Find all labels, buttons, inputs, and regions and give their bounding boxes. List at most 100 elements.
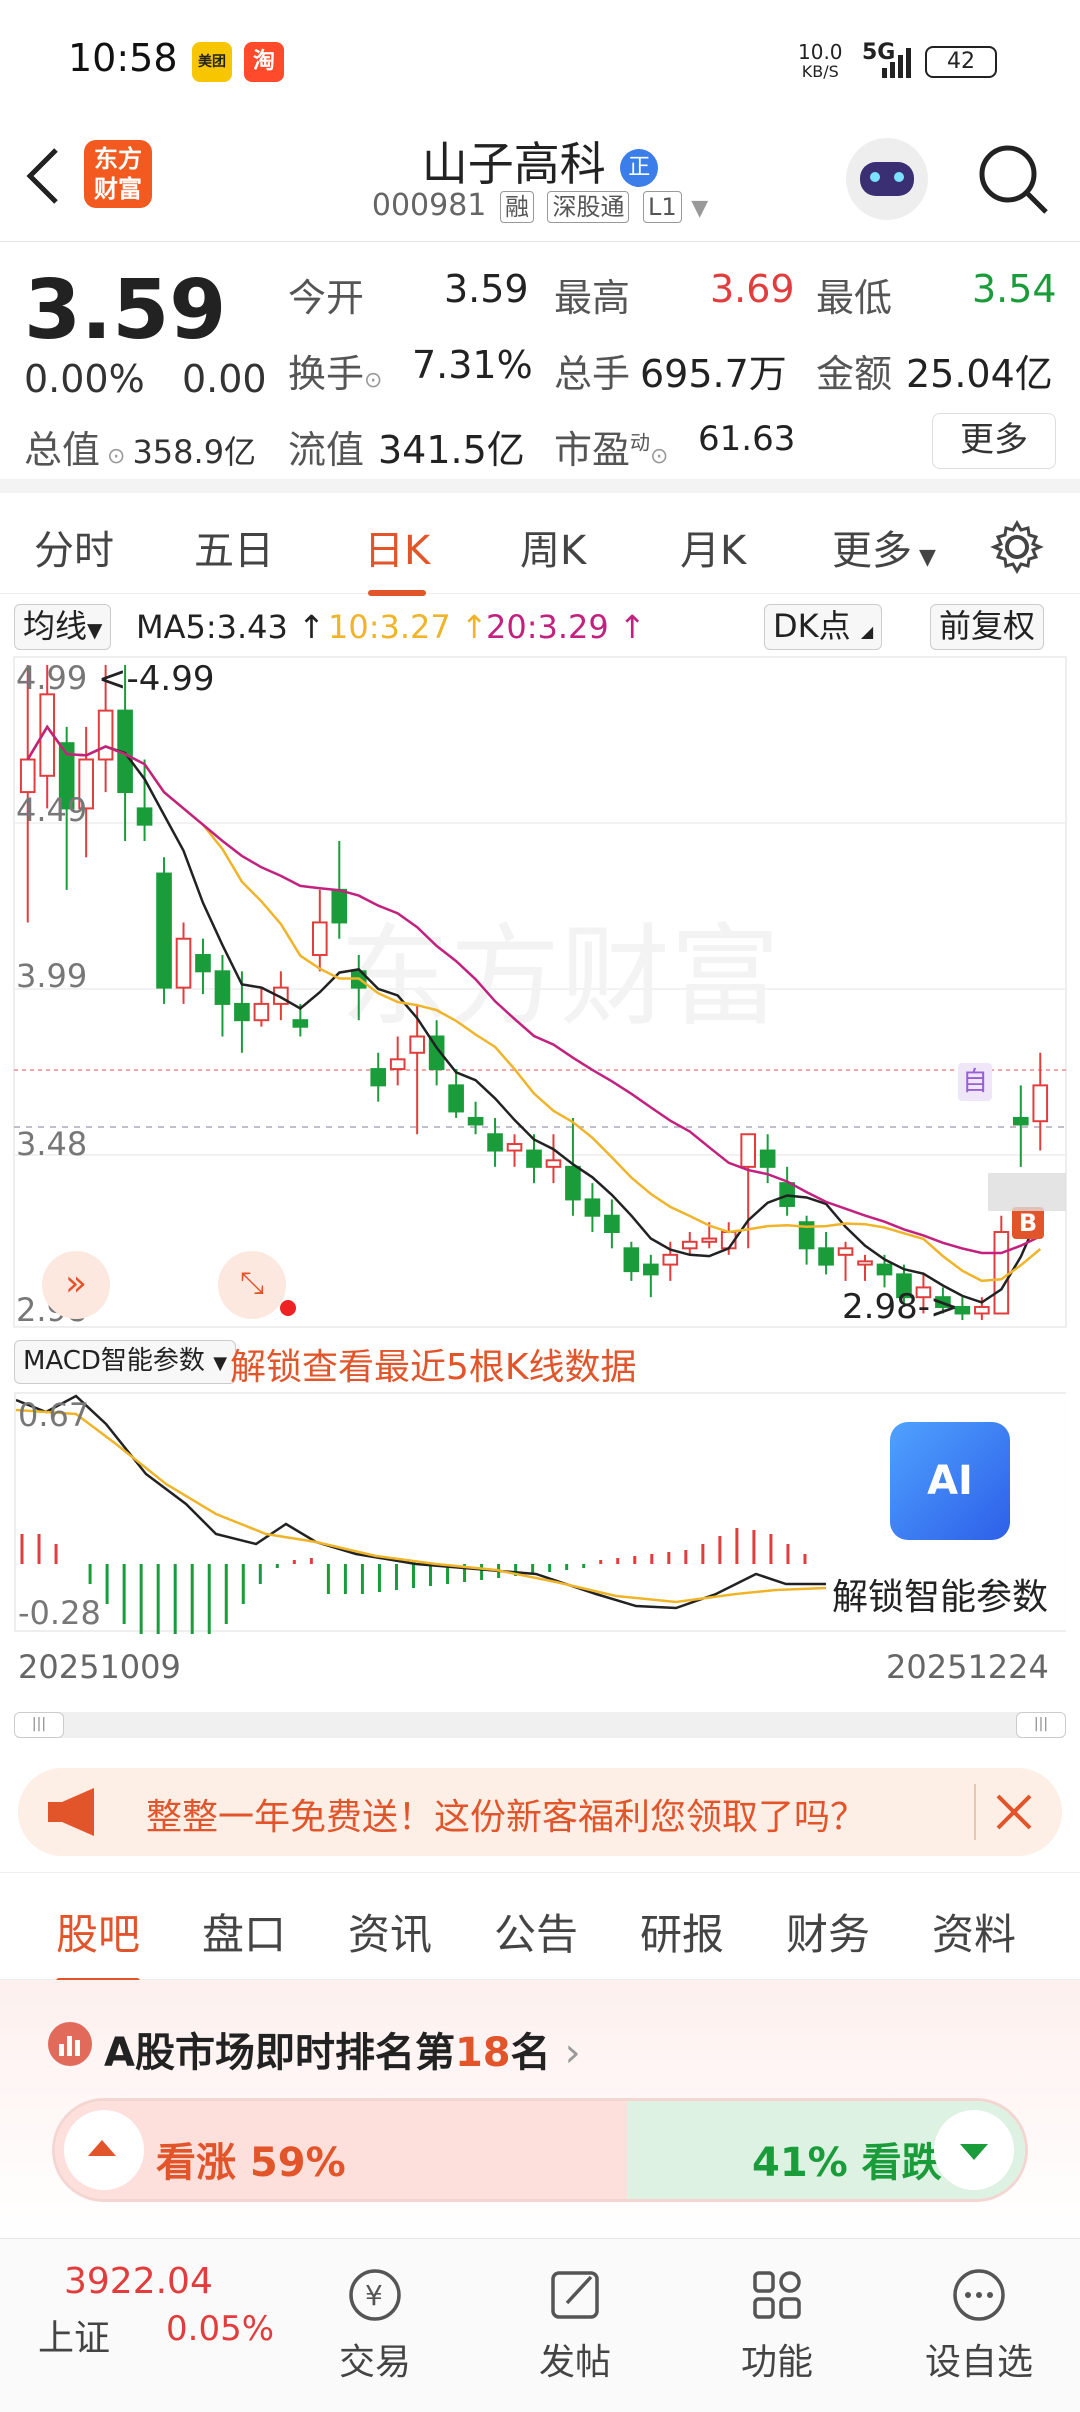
- macd-selector[interactable]: MACD智能参数 ▼: [14, 1340, 237, 1384]
- kline-chart-area[interactable]: 东方财富 4.99 4.49 3.99 3.48 2.98 <-4.99 2.9…: [0, 655, 1080, 1335]
- rank-section: A股市场即时排名第18名 › 看涨 59% 41% 看跌: [0, 1980, 1080, 2240]
- tab-guba[interactable]: 股吧: [56, 1901, 141, 1984]
- macd-tick-bottom: -0.28: [18, 1594, 101, 1632]
- macd-tick-top: 0.67: [18, 1396, 90, 1434]
- kline-tabs: 分时 五日 日K 周K 月K 更多 ▼: [0, 500, 1080, 596]
- unlock-kline-link[interactable]: 解锁查看最近5根K线数据: [230, 1338, 637, 1390]
- chevron-down-icon[interactable]: ▼: [691, 196, 708, 221]
- nav-functions[interactable]: 功能: [702, 2239, 852, 2385]
- tag-level: L1: [643, 191, 682, 223]
- pe-label-text: 市盈: [554, 428, 631, 472]
- tab-finance[interactable]: 财务: [786, 1901, 870, 1962]
- index-value[interactable]: 3922.04: [64, 2261, 213, 2302]
- nav-post[interactable]: 发帖: [500, 2239, 650, 2385]
- tab-profile[interactable]: 资料: [932, 1901, 1016, 1962]
- mcap-label-text: 总值: [24, 428, 101, 472]
- fullscreen-icon[interactable]: ⤡: [218, 1251, 286, 1319]
- nav-trade[interactable]: ¥ 交易: [300, 2239, 450, 2385]
- tab-news[interactable]: 资讯: [348, 1901, 432, 1962]
- open-value: 3.59: [444, 267, 529, 311]
- stock-name: 山子高科: [421, 137, 606, 191]
- nav-functions-label: 功能: [740, 2342, 813, 2383]
- robot-assistant-icon[interactable]: [846, 138, 928, 220]
- vote-down-button[interactable]: [934, 2110, 1014, 2190]
- info-icon[interactable]: ⊙: [364, 368, 382, 393]
- expand-arrows-icon[interactable]: »: [42, 1251, 110, 1319]
- dk-label: DK点: [773, 607, 851, 645]
- info-icon[interactable]: ⊙: [650, 444, 668, 469]
- candle-body: [409, 1035, 425, 1054]
- volume-label: 总手: [554, 352, 631, 396]
- amount-value: 25.04亿: [906, 352, 1053, 396]
- tab-monthly-k[interactable]: 月K: [680, 518, 746, 576]
- more-button[interactable]: 更多: [932, 413, 1056, 469]
- stock-code: 000981: [371, 188, 487, 223]
- candle-body: [195, 954, 211, 973]
- price-flag: [988, 1173, 1066, 1211]
- candle-body: [857, 1260, 873, 1266]
- quote-panel: 3.59 0.00% 0.00 总值 ⊙ 358.9亿 今开 3.59 最高 3…: [0, 243, 1080, 493]
- triangle-up-icon: [88, 2140, 116, 2156]
- high-value: 3.69: [710, 267, 795, 311]
- mcap-label: 总值 ⊙ 358.9亿: [24, 419, 256, 474]
- macd-dea-line: [16, 1408, 827, 1604]
- candle-body: [292, 1019, 309, 1028]
- scroll-handle-left[interactable]: |||: [14, 1712, 64, 1738]
- nav-add-watchlist-label: 设自选: [924, 2342, 1033, 2383]
- candle-body: [311, 921, 328, 957]
- candle-body: [740, 1133, 757, 1168]
- promo-banner[interactable]: 整整一年免费送！这份新客福利您领取了吗？: [18, 1768, 1062, 1856]
- net-speed-value: 10.0: [798, 40, 843, 64]
- battery-icon: 42: [925, 46, 997, 78]
- tab-more-label: 更多: [832, 528, 912, 574]
- yen-cycle-icon: ¥: [349, 2269, 401, 2321]
- candle-body: [662, 1253, 679, 1266]
- scroll-handle-right[interactable]: |||: [1016, 1712, 1066, 1738]
- meituan-icon: 美团: [192, 42, 232, 82]
- promo-divider: [974, 1784, 976, 1840]
- candle-body: [974, 1305, 990, 1315]
- y-tick-0: 4.99: [16, 659, 88, 697]
- candle-body: [448, 1084, 464, 1113]
- candle-body: [818, 1247, 834, 1266]
- candle-body: [545, 1159, 562, 1168]
- buy-marker[interactable]: B: [1012, 1207, 1044, 1239]
- ai-unlock-overlay[interactable]: AI 解锁智能参数: [828, 1394, 1066, 1630]
- self-marker[interactable]: 自: [958, 1063, 992, 1101]
- candle-body: [136, 807, 153, 826]
- kline-svg[interactable]: 东方财富: [0, 655, 1080, 1335]
- corner-icon: ◢: [860, 622, 874, 641]
- settings-gear-icon[interactable]: [990, 520, 1044, 574]
- search-icon[interactable]: [976, 142, 1050, 216]
- taobao-icon: 淘: [244, 42, 284, 82]
- low-label: 最低: [816, 276, 893, 320]
- tab-announcements[interactable]: 公告: [494, 1901, 578, 1962]
- tab-more[interactable]: 更多 ▼: [832, 518, 936, 576]
- amount-label: 金额: [816, 352, 893, 396]
- ma-selector[interactable]: 均线▼: [14, 604, 112, 650]
- tab-intraday[interactable]: 分时: [34, 518, 114, 576]
- tag-margin: 融: [499, 191, 534, 223]
- tab-weekly-k[interactable]: 周K: [520, 518, 586, 576]
- nav-add-watchlist[interactable]: 设自选: [904, 2239, 1054, 2385]
- adjust-selector[interactable]: 前复权: [930, 604, 1045, 650]
- rank-title[interactable]: A股市场即时排名第18名 ›: [104, 2020, 581, 2078]
- vote-up-button[interactable]: [64, 2110, 144, 2190]
- chevron-right-icon: ›: [564, 2030, 581, 2076]
- ai-icon: AI: [890, 1422, 1010, 1540]
- watermark: 东方财富: [340, 913, 780, 1041]
- status-bar: 10:58 美团 淘 10.0 KB/S 5G 42: [0, 0, 1080, 120]
- candle-body: [97, 709, 114, 761]
- promo-text: 整整一年免费送！这份新客福利您领取了吗？: [146, 1797, 867, 1838]
- close-icon[interactable]: [988, 1786, 1040, 1838]
- triangle-down-icon: [960, 2144, 988, 2160]
- chart-scrollbar[interactable]: ||| |||: [14, 1712, 1066, 1738]
- tab-five-day[interactable]: 五日: [194, 518, 274, 576]
- info-icon[interactable]: ⊙: [100, 444, 132, 469]
- dk-point-selector[interactable]: DK点 ◢: [764, 604, 883, 650]
- tab-daily-k[interactable]: 日K: [364, 518, 430, 596]
- tab-pankou[interactable]: 盘口: [202, 1901, 286, 1962]
- turnover-label: 换手⊙: [288, 343, 382, 398]
- tab-research[interactable]: 研报: [640, 1901, 724, 1962]
- macd-panel[interactable]: 0.67 -0.28 AI 解锁智能参数: [14, 1392, 1066, 1634]
